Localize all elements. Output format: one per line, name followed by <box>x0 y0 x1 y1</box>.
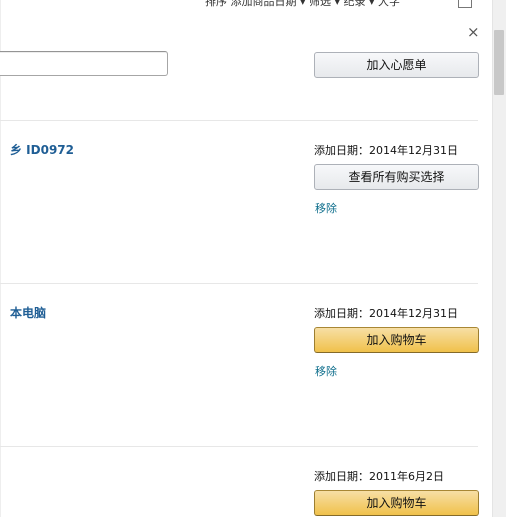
add-to-wishlist-button[interactable]: 加入心愿单 <box>314 52 479 78</box>
item-title-link[interactable]: 乡 ID0972 <box>10 141 74 158</box>
close-icon[interactable]: × <box>467 25 480 40</box>
date-added: 添加日期：2014年12月31日 <box>314 144 458 157</box>
item-divider <box>0 283 478 284</box>
item-title-link[interactable]: 本电脑 <box>10 304 46 321</box>
page-left-border <box>0 0 1 517</box>
list-view-toggle-icon[interactable] <box>458 0 472 8</box>
sort-bar-text[interactable]: 排序 添加商品日期 ▾ 筛选 ▾ 纪录 ▾ 大字 <box>205 0 400 9</box>
view-all-buying-options-button[interactable]: 查看所有购买选择 <box>314 164 479 190</box>
remove-link[interactable]: 移除 <box>315 200 337 216</box>
add-to-cart-button[interactable]: 加入购物车 <box>314 327 479 353</box>
item-divider <box>0 120 478 121</box>
date-added: 添加日期：2014年12月31日 <box>314 307 458 320</box>
scrollbar-thumb[interactable] <box>494 30 504 95</box>
note-input[interactable] <box>0 51 168 76</box>
add-to-cart-button[interactable]: 加入购物车 <box>314 490 479 516</box>
item-divider <box>0 446 478 447</box>
sort-filter-bar: 排序 添加商品日期 ▾ 筛选 ▾ 纪录 ▾ 大字 <box>0 0 492 10</box>
remove-link[interactable]: 移除 <box>315 363 337 379</box>
date-added: 添加日期：2011年6月2日 <box>314 470 444 483</box>
